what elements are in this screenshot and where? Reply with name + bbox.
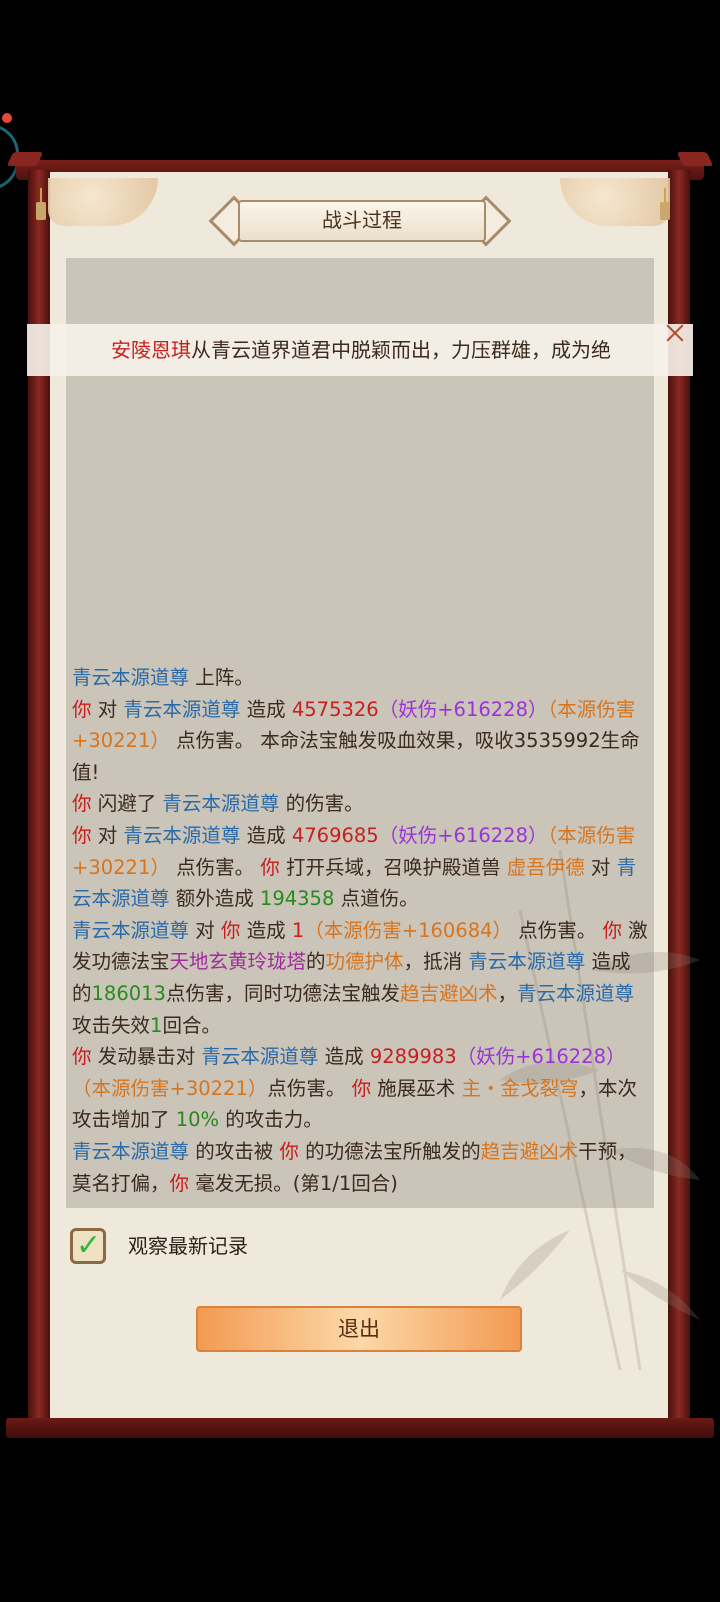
log-segment: 你 bbox=[169, 1171, 190, 1195]
log-segment: 4575326 bbox=[291, 697, 379, 721]
log-entry: 青云本源道尊 上阵。 bbox=[72, 662, 648, 694]
log-segment: 对 bbox=[91, 823, 124, 847]
log-segment: （妖伤+616228） bbox=[456, 1045, 626, 1069]
log-segment: 的攻击被 bbox=[189, 1139, 280, 1163]
log-segment: 1 bbox=[291, 918, 305, 942]
announcement-banner: 安陵恩琪从青云道界道君中脱颖而出，力压群雄，成为绝 bbox=[27, 324, 693, 376]
log-segment: 的伤害。 bbox=[279, 792, 364, 816]
log-segment: 你 bbox=[72, 1045, 92, 1069]
log-segment: 造成 bbox=[318, 1045, 370, 1069]
log-segment: 趋吉避凶术 bbox=[480, 1139, 579, 1163]
log-segment: 青云本源道尊 bbox=[72, 918, 190, 942]
log-segment: 你 bbox=[351, 1076, 372, 1100]
log-segment: 你 bbox=[260, 855, 280, 879]
log-segment: 你 bbox=[72, 823, 92, 847]
log-segment: 青云本源道尊 bbox=[72, 666, 190, 689]
watch-latest-label: 观察最新记录 bbox=[128, 1234, 248, 1258]
exit-button[interactable]: 退出 bbox=[196, 1306, 522, 1352]
log-segment: 你 bbox=[220, 918, 241, 942]
checkmark-icon: ✓ bbox=[76, 1228, 102, 1263]
log-segment: 186013 bbox=[91, 981, 166, 1005]
watch-latest-checkbox[interactable]: ✓ bbox=[70, 1228, 106, 1264]
log-segment: 上阵。 bbox=[189, 666, 254, 689]
log-segment: 回合。 bbox=[162, 1013, 221, 1037]
log-segment: （妖伤+616228） bbox=[378, 697, 548, 721]
scroll-bottom-rod bbox=[6, 1418, 714, 1438]
log-entry: 青云本源道尊 的攻击被 你 的功德法宝所触发的趋吉避凶术干预，莫名打偏，你 毫发… bbox=[72, 1136, 648, 1199]
log-segment: 的功德法宝所触发的 bbox=[298, 1139, 481, 1163]
announcement-player-name: 安陵恩琪 bbox=[111, 338, 191, 362]
log-segment: 对 bbox=[91, 697, 124, 721]
log-segment: 青云本源道尊 bbox=[468, 950, 586, 974]
log-segment: 点伤害。 bbox=[169, 855, 261, 879]
log-segment: 1 bbox=[150, 1013, 163, 1037]
announcement-text: 安陵恩琪从青云道界道君中脱颖而出，力压群雄，成为绝 bbox=[111, 324, 611, 376]
log-entry: 你 发动暴击对 青云本源道尊 造成 9289983（妖伤+616228） （本源伤… bbox=[72, 1041, 648, 1136]
log-segment: 的 bbox=[306, 950, 326, 974]
log-segment: 青云本源道尊 bbox=[72, 1139, 190, 1163]
log-entry: 你 对 青云本源道尊 造成 4769685（妖伤+616228）（本源伤害+30… bbox=[72, 820, 648, 915]
log-segment: 青云本源道尊 bbox=[517, 981, 635, 1005]
log-segment: 你 bbox=[279, 1139, 299, 1163]
log-segment: 青云本源道尊 bbox=[123, 823, 241, 847]
log-segment: 10% bbox=[175, 1108, 220, 1132]
log-segment: 造成 bbox=[240, 697, 292, 721]
log-segment: 点伤害，同时功德法宝触发 bbox=[165, 981, 400, 1005]
log-segment: 点伤害。 bbox=[267, 1076, 352, 1100]
notification-dot bbox=[2, 113, 12, 123]
log-segment: 4769685 bbox=[291, 823, 379, 847]
log-segment: 点伤害。 bbox=[512, 918, 603, 942]
announcement-message: 从青云道界道君中脱颖而出，力压群雄，成为绝 bbox=[191, 338, 611, 362]
log-segment: 额外造成 bbox=[169, 887, 260, 911]
log-entry: 青云本源道尊 对 你 造成 1（本源伤害+160684） 点伤害。 你 激发功德… bbox=[72, 915, 648, 1041]
log-segment: 趋吉避凶术 bbox=[399, 981, 498, 1005]
title-plaque: 战斗过程 bbox=[208, 195, 512, 247]
battle-log: 青云本源道尊 上阵。你 对 青云本源道尊 造成 4575326（妖伤+61622… bbox=[72, 662, 648, 1199]
log-segment: 功德护体 bbox=[325, 950, 404, 974]
log-segment: 造成 bbox=[240, 823, 292, 847]
log-segment: 的攻击力。 bbox=[219, 1108, 323, 1132]
log-segment: 你 bbox=[602, 918, 622, 942]
log-segment: 造成 bbox=[240, 918, 292, 942]
log-segment: 青云本源道尊 bbox=[162, 792, 280, 816]
tassel-right-icon bbox=[660, 188, 670, 222]
log-segment: 青云本源道尊 bbox=[123, 697, 241, 721]
log-segment: 9289983 bbox=[369, 1045, 457, 1069]
log-segment: 对 bbox=[584, 855, 617, 879]
close-icon[interactable] bbox=[664, 322, 686, 344]
log-segment: 青云本源道尊 bbox=[201, 1045, 319, 1069]
log-segment: 对 bbox=[189, 918, 221, 942]
log-segment: 点道伤。 bbox=[334, 887, 419, 911]
log-segment: 闪避了 bbox=[91, 792, 163, 816]
log-entry: 你 闪避了 青云本源道尊 的伤害。 bbox=[72, 788, 648, 820]
log-segment: 你 bbox=[72, 697, 92, 721]
log-segment: 主・金戈裂穹 bbox=[461, 1076, 579, 1100]
log-segment: 攻击失效 bbox=[72, 1013, 151, 1037]
log-segment: 发动暴击对 bbox=[91, 1045, 202, 1069]
log-segment: 打开兵域，召唤护殿道兽 bbox=[279, 855, 507, 879]
log-segment: 你 bbox=[72, 792, 92, 816]
tassel-left-icon bbox=[36, 188, 46, 222]
log-segment: 天地玄黄玲珑塔 bbox=[169, 950, 307, 974]
log-segment: 毫发无损。(第1/1回合) bbox=[189, 1171, 398, 1195]
page-title: 战斗过程 bbox=[322, 208, 402, 232]
log-segment: ， bbox=[497, 981, 518, 1005]
log-segment: （本源伤害+30221） bbox=[72, 1076, 268, 1100]
log-segment: ，抵消 bbox=[403, 950, 469, 974]
log-segment: 虚吾伊德 bbox=[506, 855, 585, 879]
log-segment: 194358 bbox=[259, 887, 335, 911]
log-segment: 施展巫术 bbox=[371, 1076, 462, 1100]
log-entry: 你 对 青云本源道尊 造成 4575326（妖伤+616228）（本源伤害+30… bbox=[72, 694, 648, 789]
log-segment: （妖伤+616228） bbox=[378, 823, 548, 847]
log-segment: （本源伤害+160684） bbox=[304, 918, 513, 942]
